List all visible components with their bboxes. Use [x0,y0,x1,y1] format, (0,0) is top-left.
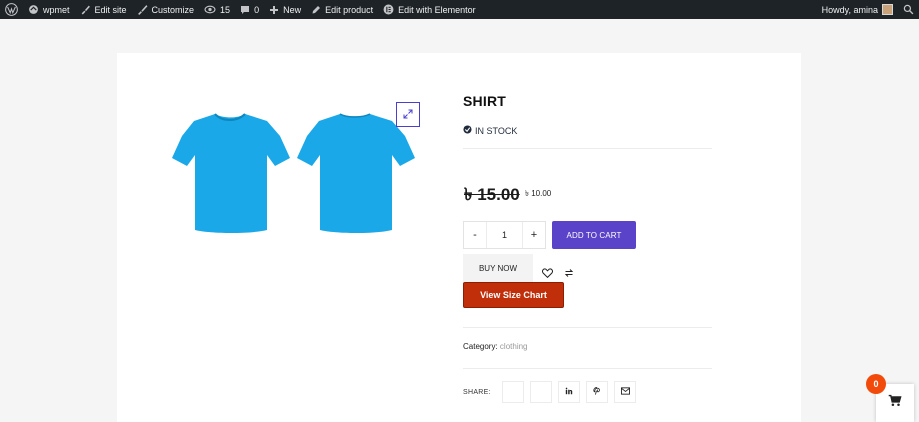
expand-image-button[interactable] [396,102,420,127]
elementor-icon [383,4,394,15]
quantity-input[interactable]: 1 [486,222,523,248]
stock-label: IN STOCK [475,125,518,136]
updates-icon [204,4,216,15]
expand-icon [403,106,413,124]
share-pinterest-button[interactable] [586,381,608,403]
regular-price: ৳ 15.00 [464,185,520,204]
stock-status: IN STOCK [463,125,517,136]
tshirt-back-image [297,113,415,233]
account-menu[interactable]: Howdy, amina [817,0,898,19]
customize-label: Customize [151,4,195,15]
quantity-stepper: - 1 + [463,221,546,249]
qty-minus-button[interactable]: - [464,222,486,248]
new-content-link[interactable]: New [264,0,306,19]
share-linkedin-button[interactable] [558,381,580,403]
add-to-cart-button[interactable]: ADD TO CART [552,221,636,249]
share-email-button[interactable] [614,381,636,403]
comments-link[interactable]: 0 [235,0,264,19]
tshirt-front-image [172,113,290,233]
paintbrush-icon [80,4,91,15]
edit-site-link[interactable]: Edit site [75,0,132,19]
share-label: SHARE: [463,389,491,396]
updates-link[interactable]: 15 [199,0,235,19]
view-size-chart-button[interactable]: View Size Chart [463,282,564,308]
wordpress-menu[interactable] [0,0,23,19]
check-circle-icon [463,125,472,136]
customize-link[interactable]: Customize [132,0,200,19]
buy-now-button[interactable]: BUY NOW [463,254,533,283]
edit-product-link[interactable]: Edit product [306,0,378,19]
edit-product-label: Edit product [325,4,374,15]
home-icon [28,4,39,15]
category-link[interactable]: clothing [500,342,528,351]
new-label: New [283,4,302,15]
wordpress-icon [5,3,18,16]
comment-icon [240,5,250,15]
plus-icon [269,5,279,15]
qty-plus-button[interactable]: + [523,222,545,248]
email-icon [620,387,630,397]
admin-search[interactable] [898,0,919,19]
greeting-label: Howdy, amina [821,4,878,15]
cart-count-badge: 0 [866,374,886,394]
cart-icon [888,394,902,412]
linkedin-icon [565,387,573,397]
sale-price: ৳ 10.00 [525,189,552,198]
divider [463,148,712,149]
compare-icon[interactable] [564,265,574,283]
edit-elementor-link[interactable]: Edit with Elementor [378,0,481,19]
avatar [882,4,893,15]
brush-icon [137,4,148,15]
heart-icon[interactable] [542,265,553,283]
share-twitter-button[interactable] [530,381,552,403]
pencil-icon [311,5,321,15]
product-category: Category: clothing [463,342,528,351]
admin-bar: wpmet Edit site Customize 15 0 New Edit … [0,0,919,19]
share-facebook-button[interactable] [502,381,524,403]
site-name-label: wpmet [43,4,70,15]
product-title: SHIRT [463,93,506,109]
site-name-link[interactable]: wpmet [23,0,75,19]
divider [463,368,712,369]
comments-count: 0 [254,4,260,15]
pinterest-icon [593,387,601,397]
updates-count: 15 [220,4,231,15]
edit-site-label: Edit site [94,4,127,15]
edit-elementor-label: Edit with Elementor [398,4,476,15]
divider [463,327,712,328]
search-icon [903,4,914,15]
category-label: Category: [463,342,498,351]
product-image[interactable] [165,108,425,238]
